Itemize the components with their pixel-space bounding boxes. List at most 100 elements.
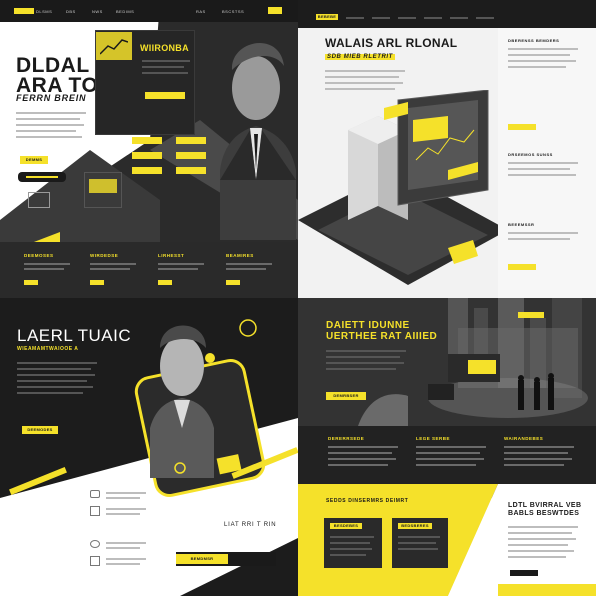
q1-feature-line xyxy=(226,263,272,265)
q2-sidebar-line xyxy=(508,232,578,234)
q4-feature-line xyxy=(504,452,568,454)
q4-card-title: BEDSBERES xyxy=(398,523,432,529)
q2-sidebar-line xyxy=(508,174,576,176)
q1-nav-item-2[interactable]: NWS xyxy=(92,9,103,14)
q1-panel-title: WIIRONBA xyxy=(140,43,189,53)
q4-feature-line xyxy=(504,458,572,460)
q2-sidebar-line xyxy=(508,66,566,68)
q1-hero-button[interactable]: DEMMS xyxy=(20,156,48,164)
q2-sidebar-heading-1: DRSEEMOS SUNSS xyxy=(508,152,553,157)
q4-feature-line xyxy=(416,446,486,448)
q1-panel-line xyxy=(142,72,188,74)
mockup-q4: DAIETT IDUNNE UERTHEE RAT AIIIED DEMRBSE… xyxy=(298,298,596,596)
q1-nav-item-0[interactable]: DLSMS xyxy=(36,9,52,14)
q1-logo xyxy=(14,8,34,14)
q4-hero-title: DAIETT IDUNNE UERTHEE RAT AIIIED xyxy=(326,320,438,342)
q4-feature-line xyxy=(416,452,480,454)
q3-hero-title: LAERL TUAIC xyxy=(17,326,132,345)
q2-nav-item[interactable] xyxy=(450,17,468,19)
q1-feature-button[interactable] xyxy=(90,280,104,285)
q1-feature-line xyxy=(158,263,204,265)
q2-nav-button[interactable]: BEBEBE xyxy=(316,14,338,20)
q2-nav-item[interactable] xyxy=(476,17,494,19)
q4-card-title: BESDEBES xyxy=(330,523,362,529)
mockup-q1: DLSMS DBS NWS BEDIMS RAS BSCSTSS DLDAL A… xyxy=(0,0,298,298)
q3-feature-line xyxy=(106,513,140,515)
q4-side-line xyxy=(508,538,576,540)
q1-feature-line xyxy=(90,268,130,270)
q4-feature-line xyxy=(416,464,476,466)
q1-panel-line xyxy=(142,60,190,62)
q3-feature-line xyxy=(106,563,140,565)
q4-text-line xyxy=(326,368,396,370)
q1-feature-title-3: BEAMIRES xyxy=(226,253,254,258)
q1-grid-button[interactable] xyxy=(176,167,206,174)
q1-nav-item-5[interactable]: BSCSTSS xyxy=(222,9,244,14)
q1-text-line xyxy=(16,136,82,138)
q1-panel-bar xyxy=(145,92,185,99)
q1-grid-button[interactable] xyxy=(176,152,206,159)
q1-feature-button[interactable] xyxy=(226,280,240,285)
q4-feature-line xyxy=(416,458,484,460)
q4-feature-line xyxy=(328,446,398,448)
q4-nav-button[interactable] xyxy=(518,312,544,318)
q3-feature-icon xyxy=(90,490,100,498)
q1-chart-icon xyxy=(100,39,128,55)
q1-text-line xyxy=(16,124,84,126)
q4-hero-card xyxy=(448,354,500,382)
q4-feature-line xyxy=(328,464,388,466)
q2-sidebar-line xyxy=(508,60,576,62)
q4-side-button[interactable] xyxy=(510,570,538,576)
mockup-q2: BEBEBE WALAIS ARL RLONAL SDB MIEB RLETRI… xyxy=(298,0,596,298)
q2-sidebar-button[interactable] xyxy=(508,264,536,270)
q2-isometric-illustration xyxy=(298,90,508,285)
q3-text-line xyxy=(17,368,91,370)
q1-features-band xyxy=(0,242,298,298)
q3-text-line xyxy=(17,392,83,394)
q2-sidebar-line xyxy=(508,168,570,170)
q3-hero-button[interactable]: DEEMODES xyxy=(22,426,58,434)
q1-grid-button[interactable] xyxy=(132,152,162,159)
q3-hero-subtitle: WIEAMAMTWAIOOE A xyxy=(17,346,79,352)
q3-feature-line xyxy=(106,542,146,544)
q4-side-line xyxy=(508,556,566,558)
q2-sidebar-button[interactable] xyxy=(508,124,536,130)
q2-nav-item[interactable] xyxy=(424,17,442,19)
q1-feature-button[interactable] xyxy=(158,280,172,285)
q1-nav-item-3[interactable]: BEDIMS xyxy=(116,9,134,14)
q2-hero-subtitle: SDB MIEB RLETRIT xyxy=(325,54,395,60)
q4-feature-line xyxy=(504,446,574,448)
q1-feature-button[interactable] xyxy=(24,280,38,285)
q3-feature-icon xyxy=(90,506,100,516)
q1-nav-cta-button[interactable] xyxy=(268,7,282,14)
q1-text-line xyxy=(16,118,80,120)
q3-footer-button[interactable]: BEMDMSR xyxy=(176,554,228,564)
q3-feature-line xyxy=(106,492,146,494)
q1-nav-item-4[interactable]: RAS xyxy=(196,9,206,14)
q1-text-line xyxy=(16,112,86,114)
q4-feature-title-2: WAIRANDEBES xyxy=(504,436,544,441)
q1-feature-line xyxy=(24,263,70,265)
q4-feature-line xyxy=(328,452,392,454)
q2-nav-item[interactable] xyxy=(346,17,364,19)
q1-grid-button[interactable] xyxy=(132,167,162,174)
q1-secondary-button[interactable] xyxy=(18,172,66,182)
q1-nav-item-1[interactable]: DBS xyxy=(66,9,76,14)
q1-laptop-card xyxy=(84,172,122,208)
q1-grid-button[interactable] xyxy=(176,137,206,144)
q2-sidebar-line xyxy=(508,238,570,240)
q2-sidebar-heading-0: DBERENSS BEMDERS xyxy=(508,38,560,43)
q4-side-line xyxy=(508,532,572,534)
q2-nav-item[interactable] xyxy=(398,17,416,19)
q1-grid-button[interactable] xyxy=(132,137,162,144)
q4-feature-line xyxy=(328,458,396,460)
q1-panel-line xyxy=(142,66,184,68)
q2-nav-item[interactable] xyxy=(372,17,390,19)
q1-feature-line xyxy=(226,268,266,270)
q4-hero-button[interactable]: DEMRBSER xyxy=(326,392,366,400)
q2-text-line xyxy=(325,76,399,78)
q2-top-navbar xyxy=(298,0,596,28)
q1-feature-line xyxy=(24,268,64,270)
q4-band-title: SEDDS DINSERMRS DEIMRT xyxy=(326,498,409,504)
q3-footer-text: LIAT RRI T RIN xyxy=(224,522,277,528)
